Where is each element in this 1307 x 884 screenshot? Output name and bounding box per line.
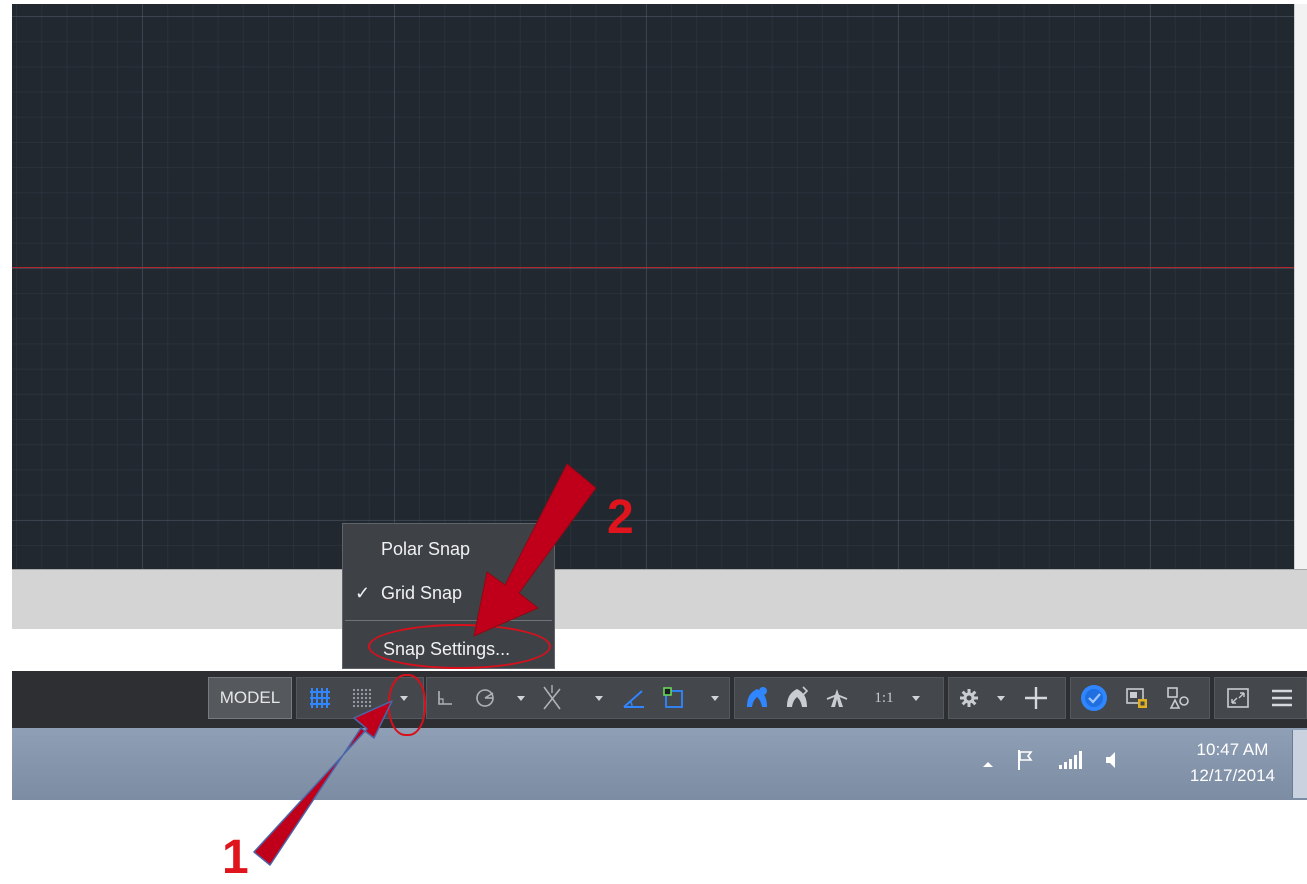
isolate-objects-icon[interactable] — [1120, 677, 1154, 719]
network-signal-icon[interactable] — [1058, 750, 1084, 775]
polar-dropdown[interactable] — [512, 677, 530, 719]
chevron-down-icon — [595, 695, 603, 701]
command-history-area — [12, 569, 1307, 630]
clock-date: 12/17/2014 — [1189, 766, 1275, 785]
isodraft-icon[interactable] — [534, 677, 570, 719]
clock-time: 10:47 AM — [1196, 740, 1269, 759]
volume-icon[interactable] — [1102, 748, 1124, 777]
customization-icon[interactable] — [1264, 677, 1300, 719]
chevron-down-icon — [517, 695, 525, 701]
drawing-canvas[interactable] — [12, 4, 1294, 569]
command-line[interactable] — [12, 629, 1307, 671]
chevron-down-icon — [997, 695, 1005, 701]
object-snap-dropdown[interactable] — [706, 677, 724, 719]
workspace-gear-icon[interactable] — [954, 677, 984, 719]
callout-number-2: 2 — [607, 491, 634, 544]
model-space-button[interactable]: MODEL — [208, 677, 292, 719]
system-clock[interactable]: 10:47 AM 12/17/2014 — [1190, 737, 1275, 789]
autoscale-icon[interactable] — [780, 677, 814, 719]
action-center-flag-icon[interactable] — [1015, 748, 1039, 777]
units-icon[interactable] — [1076, 677, 1112, 719]
annotation-scale-icon[interactable] — [820, 677, 854, 719]
dynamic-input-icon[interactable] — [618, 677, 650, 719]
annotation-scale-value[interactable]: 1:1 — [864, 677, 904, 719]
chevron-down-icon — [711, 695, 719, 701]
snap-dropdown-highlight-circle — [388, 674, 426, 736]
snap-mode-icon[interactable] — [346, 677, 378, 719]
annotation-scale-dropdown[interactable] — [906, 677, 926, 719]
workspace-dropdown[interactable] — [992, 677, 1010, 719]
show-hidden-icons-icon[interactable] — [982, 756, 994, 774]
object-snap-icon[interactable] — [658, 677, 690, 719]
status-bar: MODEL 1:1 — [12, 671, 1307, 728]
chevron-down-icon — [912, 695, 920, 701]
ortho-icon[interactable] — [430, 677, 460, 719]
fullscreen-icon[interactable] — [1220, 677, 1256, 719]
windows-taskbar: 10:47 AM 12/17/2014 — [12, 728, 1307, 800]
snap-settings-highlight-ellipse — [368, 624, 551, 669]
window-edge — [1294, 4, 1307, 569]
polar-tracking-icon[interactable] — [470, 677, 500, 719]
check-icon: ✓ — [355, 582, 371, 603]
menu-item-label: Polar Snap — [381, 538, 471, 559]
menu-item-polar-snap[interactable]: Polar Snap — [343, 530, 554, 568]
menu-separator — [345, 620, 552, 621]
x-axis-line — [12, 267, 1294, 268]
show-desktop-button[interactable] — [1292, 730, 1307, 798]
isodraft-dropdown[interactable] — [590, 677, 608, 719]
annotation-visibility-icon[interactable] — [740, 677, 774, 719]
grid-display-icon[interactable] — [304, 677, 336, 719]
menu-item-label: Grid Snap — [381, 582, 463, 603]
callout-number-1: 1 — [222, 831, 249, 884]
annotation-monitor-icon[interactable] — [1016, 677, 1056, 719]
menu-item-grid-snap[interactable]: ✓ Grid Snap — [343, 574, 554, 612]
hardware-acceleration-icon[interactable] — [1160, 677, 1196, 719]
